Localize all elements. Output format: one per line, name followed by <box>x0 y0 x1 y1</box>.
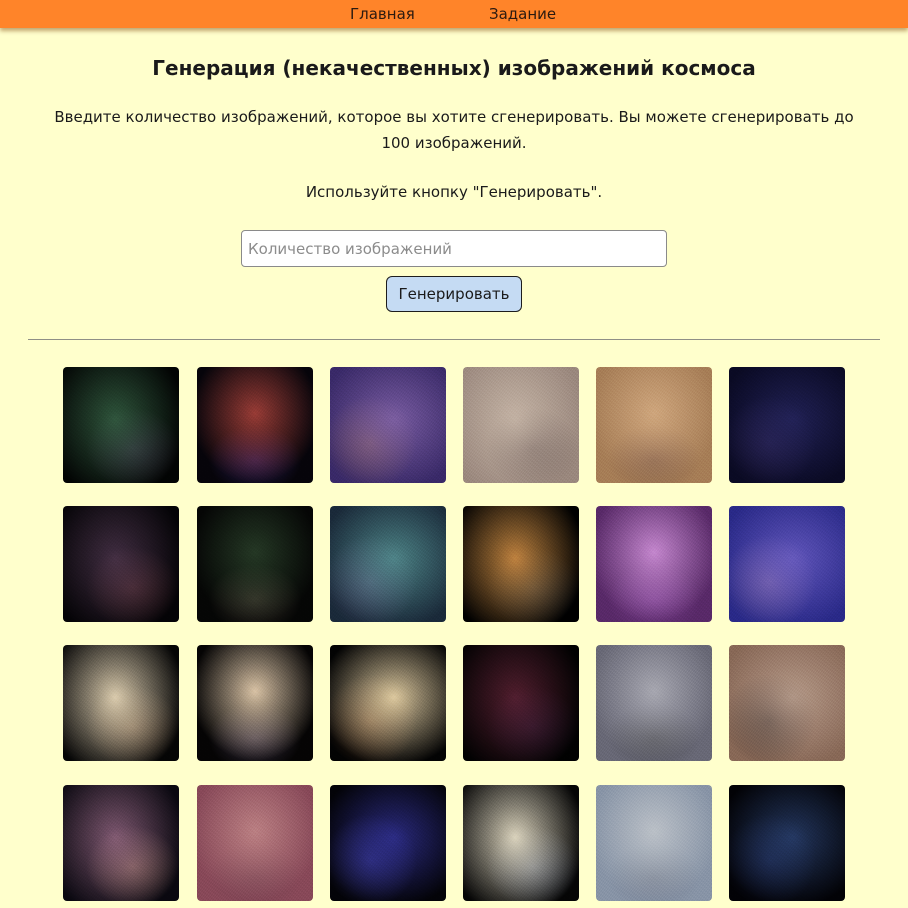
generated-image[interactable] <box>63 506 179 622</box>
generated-image[interactable] <box>63 367 179 483</box>
page-title: Генерация (некачественных) изображений к… <box>152 56 756 80</box>
nav-link-task[interactable]: Задание <box>489 4 556 24</box>
generated-image[interactable] <box>330 367 446 483</box>
image-noise-overlay <box>596 506 712 622</box>
generate-button[interactable]: Генерировать <box>386 276 522 312</box>
image-noise-overlay <box>63 367 179 483</box>
image-noise-overlay <box>729 785 845 901</box>
generated-image[interactable] <box>197 367 313 483</box>
image-noise-overlay <box>197 645 313 761</box>
image-count-input[interactable] <box>241 230 667 267</box>
generated-image[interactable] <box>330 645 446 761</box>
image-noise-overlay <box>197 367 313 483</box>
generated-image[interactable] <box>729 785 845 901</box>
image-noise-overlay <box>63 506 179 622</box>
generated-image[interactable] <box>596 785 712 901</box>
generated-image[interactable] <box>596 367 712 483</box>
image-noise-overlay <box>197 506 313 622</box>
image-noise-overlay <box>63 785 179 901</box>
generated-image[interactable] <box>463 367 579 483</box>
section-divider <box>28 339 880 340</box>
image-noise-overlay <box>729 506 845 622</box>
image-noise-overlay <box>729 367 845 483</box>
generated-image[interactable] <box>596 645 712 761</box>
image-noise-overlay <box>330 367 446 483</box>
image-noise-overlay <box>596 785 712 901</box>
image-noise-overlay <box>596 367 712 483</box>
image-noise-overlay <box>63 645 179 761</box>
generated-image[interactable] <box>729 645 845 761</box>
image-noise-overlay <box>463 506 579 622</box>
generated-image[interactable] <box>330 506 446 622</box>
image-noise-overlay <box>330 506 446 622</box>
generated-image[interactable] <box>463 645 579 761</box>
image-noise-overlay <box>197 785 313 901</box>
generated-image[interactable] <box>197 506 313 622</box>
generated-image[interactable] <box>729 367 845 483</box>
nav-link-home[interactable]: Главная <box>350 4 415 24</box>
generated-image[interactable] <box>197 785 313 901</box>
page-description: Введите количество изображений, которое … <box>54 108 854 152</box>
generated-image[interactable] <box>197 645 313 761</box>
generated-image[interactable] <box>596 506 712 622</box>
image-noise-overlay <box>463 785 579 901</box>
generated-image[interactable] <box>63 785 179 901</box>
top-navbar: Главная Задание <box>0 0 908 28</box>
generated-image[interactable] <box>330 785 446 901</box>
generated-image[interactable] <box>729 506 845 622</box>
image-noise-overlay <box>596 645 712 761</box>
page-hint: Используйте кнопку "Генерировать". <box>305 183 603 201</box>
image-noise-overlay <box>463 645 579 761</box>
image-noise-overlay <box>729 645 845 761</box>
image-noise-overlay <box>330 645 446 761</box>
image-noise-overlay <box>330 785 446 901</box>
generated-image[interactable] <box>63 645 179 761</box>
generated-image[interactable] <box>463 506 579 622</box>
generated-image[interactable] <box>463 785 579 901</box>
image-noise-overlay <box>463 367 579 483</box>
